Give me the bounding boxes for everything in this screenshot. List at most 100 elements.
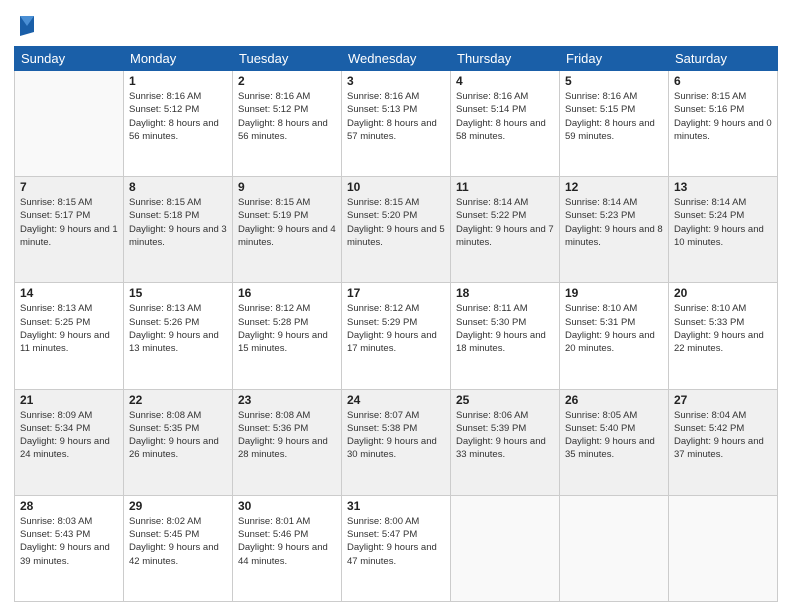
day-info: Sunrise: 8:01 AMSunset: 5:46 PMDaylight:… <box>238 515 336 568</box>
day-number: 9 <box>238 180 336 194</box>
sunrise-text: Sunrise: 8:10 AM <box>565 302 663 315</box>
daylight-text: Daylight: 9 hours and 28 minutes. <box>238 435 336 462</box>
sunrise-text: Sunrise: 8:10 AM <box>674 302 772 315</box>
daylight-text: Daylight: 8 hours and 58 minutes. <box>456 117 554 144</box>
sunset-text: Sunset: 5:40 PM <box>565 422 663 435</box>
calendar-cell: 16Sunrise: 8:12 AMSunset: 5:28 PMDayligh… <box>233 283 342 389</box>
weekday-header-row: SundayMondayTuesdayWednesdayThursdayFrid… <box>15 47 778 71</box>
daylight-text: Daylight: 9 hours and 20 minutes. <box>565 329 663 356</box>
calendar-cell: 27Sunrise: 8:04 AMSunset: 5:42 PMDayligh… <box>669 389 778 495</box>
calendar-cell: 11Sunrise: 8:14 AMSunset: 5:22 PMDayligh… <box>451 177 560 283</box>
day-number: 18 <box>456 286 554 300</box>
sunset-text: Sunset: 5:35 PM <box>129 422 227 435</box>
day-info: Sunrise: 8:15 AMSunset: 5:20 PMDaylight:… <box>347 196 445 249</box>
calendar-cell: 22Sunrise: 8:08 AMSunset: 5:35 PMDayligh… <box>124 389 233 495</box>
calendar-cell: 5Sunrise: 8:16 AMSunset: 5:15 PMDaylight… <box>560 71 669 177</box>
sunrise-text: Sunrise: 8:06 AM <box>456 409 554 422</box>
calendar-cell: 13Sunrise: 8:14 AMSunset: 5:24 PMDayligh… <box>669 177 778 283</box>
daylight-text: Daylight: 9 hours and 13 minutes. <box>129 329 227 356</box>
sunset-text: Sunset: 5:17 PM <box>20 209 118 222</box>
day-number: 31 <box>347 499 445 513</box>
sunset-text: Sunset: 5:24 PM <box>674 209 772 222</box>
day-number: 15 <box>129 286 227 300</box>
calendar-cell: 31 Sunrise: 8:00 AMSunset: 5:47 PMDayligh… <box>342 495 451 601</box>
day-number: 29 <box>129 499 227 513</box>
day-info: Sunrise: 8:00 AMSunset: 5:47 PMDaylight:… <box>347 515 445 568</box>
sunset-text: Sunset: 5:18 PM <box>129 209 227 222</box>
daylight-text: Daylight: 9 hours and 30 minutes. <box>347 435 445 462</box>
daylight-text: Daylight: 9 hours and 22 minutes. <box>674 329 772 356</box>
sunset-text: Sunset: 5:30 PM <box>456 316 554 329</box>
calendar-week-1: 1Sunrise: 8:16 AMSunset: 5:12 PMDaylight… <box>15 71 778 177</box>
sunset-text: Sunset: 5:12 PM <box>238 103 336 116</box>
sunset-text: Sunset: 5:14 PM <box>456 103 554 116</box>
day-info: Sunrise: 8:14 AMSunset: 5:24 PMDaylight:… <box>674 196 772 249</box>
sunset-text: Sunset: 5:33 PM <box>674 316 772 329</box>
daylight-text: Daylight: 9 hours and 0 minutes. <box>674 117 772 144</box>
day-number: 5 <box>565 74 663 88</box>
calendar-cell: 1Sunrise: 8:16 AMSunset: 5:12 PMDaylight… <box>124 71 233 177</box>
sunset-text: Sunset: 5:45 PM <box>129 528 227 541</box>
daylight-text: Daylight: 9 hours and 35 minutes. <box>565 435 663 462</box>
sunset-text: Sunset: 5:31 PM <box>565 316 663 329</box>
calendar-cell: 21Sunrise: 8:09 AMSunset: 5:34 PMDayligh… <box>15 389 124 495</box>
calendar-cell: 3 Sunrise: 8:16 AMSunset: 5:13 PMDaylight… <box>342 71 451 177</box>
sunset-text: Sunset: 5:19 PM <box>238 209 336 222</box>
day-number: 3 <box>347 74 445 88</box>
day-info: Sunrise: 8:12 AMSunset: 5:28 PMDaylight:… <box>238 302 336 355</box>
sunset-text: Sunset: 5:39 PM <box>456 422 554 435</box>
daylight-text: Daylight: 9 hours and 42 minutes. <box>129 541 227 568</box>
sunrise-text: Sunrise: 8:16 AM <box>565 90 663 103</box>
sunrise-text: Sunrise: 8:13 AM <box>20 302 118 315</box>
day-number: 11 <box>456 180 554 194</box>
logo <box>14 14 36 38</box>
calendar-week-3: 14 Sunrise: 8:13 AMSunset: 5:25 PM Dayligh… <box>15 283 778 389</box>
calendar-week-5: 28Sunrise: 8:03 AMSunset: 5:43 PMDayligh… <box>15 495 778 601</box>
day-info: Sunrise: 8:03 AMSunset: 5:43 PMDaylight:… <box>20 515 118 568</box>
sunset-text: Sunset: 5:28 PM <box>238 316 336 329</box>
day-number: 10 <box>347 180 445 194</box>
calendar-cell: 10 Sunrise: 8:15 AMSunset: 5:20 PMDayligh… <box>342 177 451 283</box>
sunrise-text: Sunrise: 8:16 AM <box>456 90 554 103</box>
day-info: Sunrise: 8:16 AMSunset: 5:12 PMDaylight:… <box>238 90 336 143</box>
sunrise-text: Sunrise: 8:03 AM <box>20 515 118 528</box>
daylight-text: Daylight: 8 hours and 56 minutes. <box>129 117 227 144</box>
daylight-text: Daylight: 9 hours and 24 minutes. <box>20 435 118 462</box>
day-number: 4 <box>456 74 554 88</box>
calendar-cell <box>669 495 778 601</box>
sunset-text: Sunset: 5:13 PM <box>347 103 445 116</box>
sunset-text: Sunset: 5:22 PM <box>456 209 554 222</box>
day-number: 24 <box>347 393 445 407</box>
calendar-cell: 19 Sunrise: 8:10 AMSunset: 5:31 PMDayligh… <box>560 283 669 389</box>
day-number: 7 <box>20 180 118 194</box>
day-number: 22 <box>129 393 227 407</box>
day-number: 27 <box>674 393 772 407</box>
day-number: 25 <box>456 393 554 407</box>
day-number: 1 <box>129 74 227 88</box>
sunset-text: Sunset: 5:42 PM <box>674 422 772 435</box>
sunset-text: Sunset: 5:47 PM <box>347 528 445 541</box>
calendar-cell: 15Sunrise: 8:13 AMSunset: 5:26 PMDayligh… <box>124 283 233 389</box>
daylight-text: Daylight: 9 hours and 5 minutes. <box>347 223 445 250</box>
calendar-cell: 4 Sunrise: 8:16 AMSunset: 5:14 PMDaylight… <box>451 71 560 177</box>
day-info: Sunrise: 8:16 AMSunset: 5:13 PMDaylight:… <box>347 90 445 143</box>
sunrise-text: Sunrise: 8:00 AM <box>347 515 445 528</box>
sunrise-text: Sunrise: 8:15 AM <box>129 196 227 209</box>
day-number: 8 <box>129 180 227 194</box>
day-number: 14 <box>20 286 118 300</box>
sunrise-text: Sunrise: 8:09 AM <box>20 409 118 422</box>
sunrise-text: Sunrise: 8:05 AM <box>565 409 663 422</box>
calendar-cell <box>15 71 124 177</box>
day-info: Sunrise: 8:09 AMSunset: 5:34 PMDaylight:… <box>20 409 118 462</box>
sunrise-text: Sunrise: 8:12 AM <box>238 302 336 315</box>
sunrise-text: Sunrise: 8:15 AM <box>238 196 336 209</box>
day-info: Sunrise: 8:15 AMSunset: 5:16 PMDaylight:… <box>674 90 772 143</box>
day-number: 20 <box>674 286 772 300</box>
day-info: Sunrise: 8:08 AMSunset: 5:36 PMDaylight:… <box>238 409 336 462</box>
calendar-table: SundayMondayTuesdayWednesdayThursdayFrid… <box>14 46 778 602</box>
sunrise-text: Sunrise: 8:08 AM <box>238 409 336 422</box>
day-number: 19 <box>565 286 663 300</box>
sunset-text: Sunset: 5:25 PM <box>20 316 118 329</box>
day-info: Sunrise: 8:05 AMSunset: 5:40 PMDaylight:… <box>565 409 663 462</box>
sunrise-text: Sunrise: 8:04 AM <box>674 409 772 422</box>
